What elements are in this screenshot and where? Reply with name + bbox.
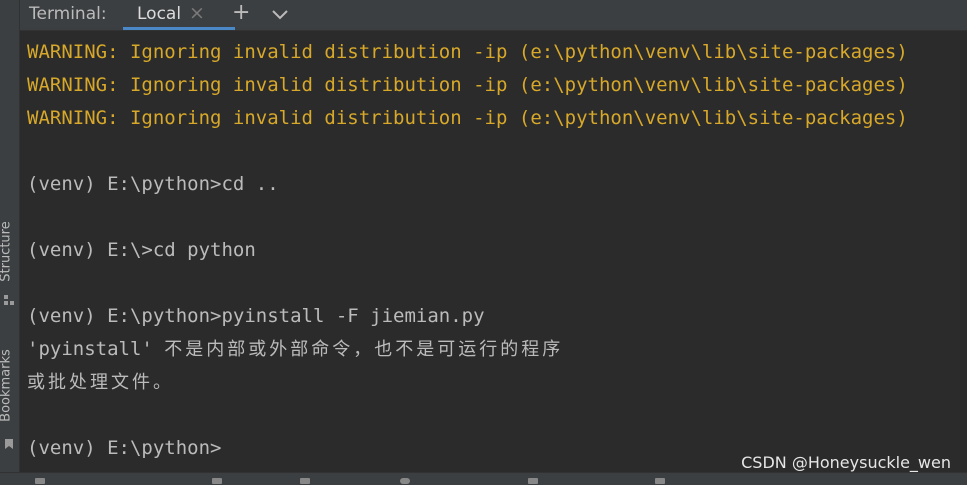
bottom-tool-icon[interactable] [400, 478, 410, 484]
error-line: 'pyinstall' 不是内部或外部命令，也不是可运行的程序 [27, 333, 967, 366]
bookmarks-tool-tab[interactable]: Bookmarks [0, 338, 19, 458]
warning-line: WARNING: Ignoring invalid distribution -… [27, 41, 908, 63]
bottom-tool-icon[interactable] [300, 478, 310, 484]
command-line: (venv) E:\python>pyinstall -F jiemian.py [27, 305, 485, 327]
warning-line: WARNING: Ignoring invalid distribution -… [27, 107, 908, 129]
error-line-continued: 或批处理文件。 [27, 372, 174, 393]
close-icon[interactable]: × [189, 2, 205, 24]
bottom-tool-icon[interactable] [35, 478, 45, 484]
terminal-title: Terminal: [29, 4, 107, 24]
watermark: CSDN @Honeysuckle_wen [741, 453, 951, 472]
error-message: 不是内部或外部命令，也不是可运行的程序 [164, 339, 564, 360]
terminal-tab-bar: Terminal: Local × + [20, 0, 967, 31]
bookmark-icon [5, 439, 13, 449]
bottom-tool-icon[interactable] [528, 478, 538, 484]
command-line: (venv) E:\>cd python [27, 239, 256, 261]
terminal-output[interactable]: WARNING: Ignoring invalid distribution -… [27, 36, 967, 465]
error-command-name: 'pyinstall' [27, 338, 153, 360]
bottom-tool-icon[interactable] [655, 478, 665, 484]
add-terminal-button[interactable]: + [232, 0, 250, 25]
bottom-tool-bar [0, 472, 967, 485]
warning-line: WARNING: Ignoring invalid distribution -… [27, 74, 908, 96]
left-tool-sidebar: Structure Bookmarks [0, 0, 20, 472]
chevron-down-icon[interactable] [271, 9, 289, 21]
command-line: (venv) E:\python>cd .. [27, 173, 279, 195]
bottom-tool-icon[interactable] [212, 478, 222, 484]
tab-local-label: Local [137, 4, 182, 24]
bookmarks-label: Bookmarks [0, 349, 14, 422]
tab-local[interactable]: Local × [123, 0, 235, 30]
structure-label: Structure [0, 221, 14, 282]
structure-tool-tab[interactable]: Structure [0, 210, 19, 310]
structure-icon [4, 295, 14, 305]
